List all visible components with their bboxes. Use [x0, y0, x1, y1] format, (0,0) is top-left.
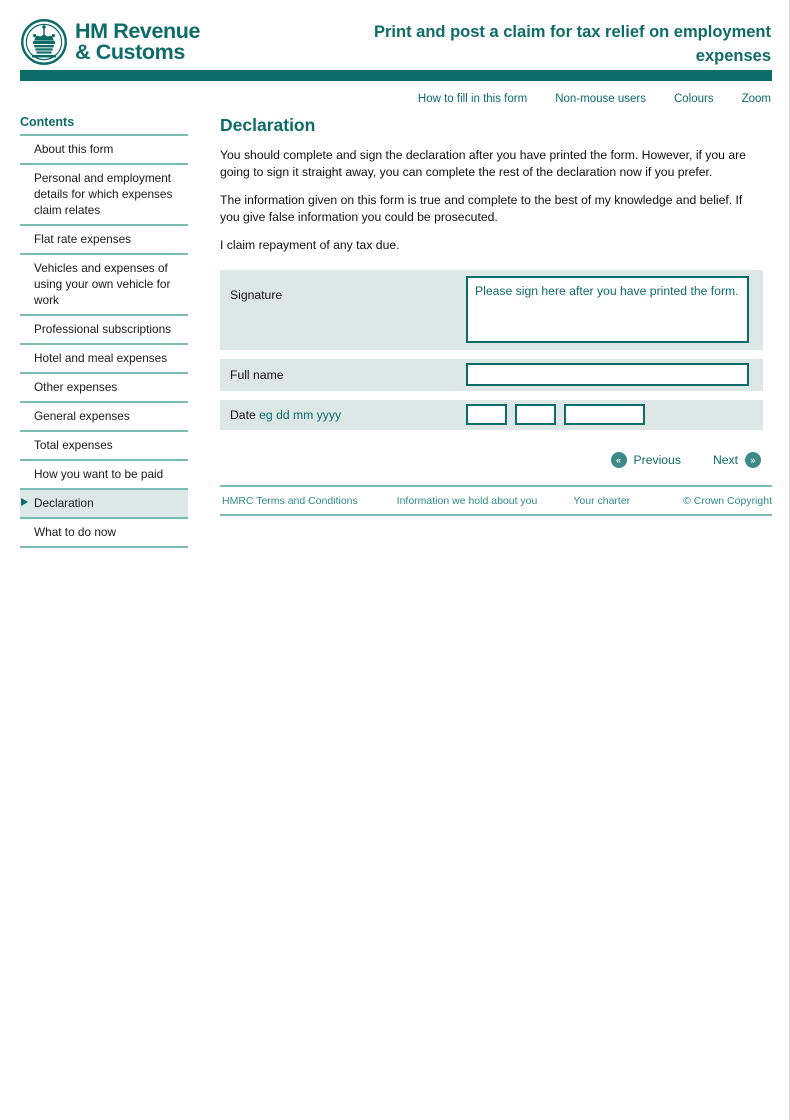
- date-day-input[interactable]: [466, 404, 507, 425]
- double-chevron-left-icon: «: [610, 451, 627, 468]
- sidebar-item-label: General expenses: [34, 409, 130, 423]
- utility-nav-item-colours[interactable]: Colours: [674, 93, 714, 105]
- footer-link-information-we-hold[interactable]: Information we hold about you: [397, 495, 538, 507]
- footer-link-your-charter[interactable]: Your charter: [573, 495, 630, 507]
- next-label: Next: [712, 452, 738, 467]
- sidebar-item-other-expenses[interactable]: Other expenses: [20, 374, 188, 403]
- sidebar-item-how-you-want-to-be-paid[interactable]: How you want to be paid: [20, 461, 188, 490]
- footer-cell-information: Information we hold about you: [397, 491, 574, 509]
- section-title: Declaration: [220, 115, 316, 135]
- signature-label: Signature: [230, 287, 283, 302]
- sidebar-item-total-expenses[interactable]: Total expenses: [20, 432, 188, 461]
- signature-input[interactable]: Please sign here after you have printed …: [466, 276, 749, 343]
- hmrc-logo-text: HM Revenue & Customs: [75, 19, 201, 64]
- declaration-paragraph-2: The information given on this form is tr…: [220, 193, 743, 224]
- declaration-paragraph-1: You should complete and sign the declara…: [220, 148, 746, 179]
- sidebar-item-professional-subscriptions[interactable]: Professional subscriptions: [20, 316, 188, 345]
- hmrc-logo: HM Revenue & Customs: [20, 18, 200, 66]
- sidebar-item-general-expenses[interactable]: General expenses: [20, 403, 188, 432]
- footer-link-terms-and-conditions[interactable]: HMRC Terms and Conditions: [222, 495, 358, 507]
- date-label-text: Date: [230, 408, 256, 422]
- sidebar-item-label: What to do now: [34, 525, 116, 539]
- sidebar-item-label: How you want to be paid: [34, 467, 164, 481]
- utility-nav-item-zoom[interactable]: Zoom: [742, 93, 771, 105]
- sidebar-item-label: Hotel and meal expenses: [34, 351, 168, 365]
- sidebar-item-vehicles[interactable]: Vehicles and expenses of using your own …: [20, 255, 188, 316]
- page-root: HM Revenue & Customs Print and post a cl…: [0, 0, 790, 1120]
- sidebar-item-what-to-do-now[interactable]: What to do now: [20, 519, 188, 548]
- footer-cell-copyright: © Crown Copyright: [683, 491, 772, 509]
- utility-nav-item-how-to-fill[interactable]: How to fill in this form: [418, 93, 527, 105]
- full-name-input[interactable]: [466, 363, 749, 386]
- royal-crest-icon: [21, 19, 67, 65]
- sidebar-item-label: Personal and employment details for whic…: [34, 171, 173, 217]
- pager: « Previous Next »: [220, 451, 772, 468]
- header-rule: [20, 70, 772, 81]
- previous-label: Previous: [633, 452, 681, 467]
- sidebar-item-declaration[interactable]: Declaration: [20, 490, 188, 519]
- double-chevron-right-icon: »: [745, 451, 761, 468]
- sidebar-title: Contents: [20, 115, 75, 129]
- date-label: Date eg dd mm yyyy: [230, 407, 466, 422]
- sidebar-item-about-this-form[interactable]: About this form: [20, 136, 188, 165]
- sidebar-item-flat-rate-expenses[interactable]: Flat rate expenses: [20, 226, 188, 255]
- footer-cell-charter: Your charter: [573, 491, 683, 509]
- date-year-input[interactable]: [564, 404, 645, 425]
- sidebar-item-label: Vehicles and expenses of using your own …: [34, 261, 171, 307]
- page-title: Print and post a claim for tax relief on…: [374, 23, 771, 65]
- date-month-input[interactable]: [515, 404, 556, 425]
- footer: HMRC Terms and Conditions Information we…: [220, 484, 772, 516]
- sidebar-item-label: Flat rate expenses: [34, 232, 132, 246]
- date-row: Date eg dd mm yyyy: [220, 399, 763, 430]
- sidebar-item-label: Declaration: [34, 496, 94, 510]
- sidebar-item-personal-details[interactable]: Personal and employment details for whic…: [20, 165, 188, 226]
- footer-cell-terms: HMRC Terms and Conditions: [220, 491, 397, 509]
- date-fields: [466, 404, 645, 425]
- utility-nav-item-non-mouse-users[interactable]: Non-mouse users: [555, 93, 646, 105]
- active-marker-icon: [21, 498, 28, 506]
- sidebar-item-label: About this form: [34, 142, 114, 156]
- previous-button[interactable]: « Previous: [610, 451, 681, 468]
- declaration-paragraph-3: I claim repayment of any tax due.: [220, 238, 400, 252]
- sidebar: Contents About this form Personal and em…: [20, 115, 188, 548]
- full-name-row: Full name: [220, 358, 763, 391]
- footer-link-crown-copyright[interactable]: © Crown Copyright: [683, 495, 772, 507]
- sidebar-item-label: Total expenses: [34, 438, 113, 452]
- date-format-hint: eg dd mm yyyy: [259, 408, 342, 422]
- signature-row: Signature Please sign here after you hav…: [220, 269, 763, 350]
- full-name-label: Full name: [230, 368, 284, 382]
- sidebar-item-label: Professional subscriptions: [34, 322, 172, 336]
- sidebar-item-hotel-meal-expenses[interactable]: Hotel and meal expenses: [20, 345, 188, 374]
- utility-nav: How to fill in this form Non-mouse users…: [418, 93, 771, 105]
- next-button[interactable]: Next »: [712, 451, 761, 468]
- main-content: Declaration You should complete and sign…: [220, 115, 772, 516]
- sidebar-list: About this form Personal and employment …: [20, 134, 188, 548]
- page-header: HM Revenue & Customs Print and post a cl…: [0, 0, 789, 81]
- sidebar-item-label: Other expenses: [34, 380, 118, 394]
